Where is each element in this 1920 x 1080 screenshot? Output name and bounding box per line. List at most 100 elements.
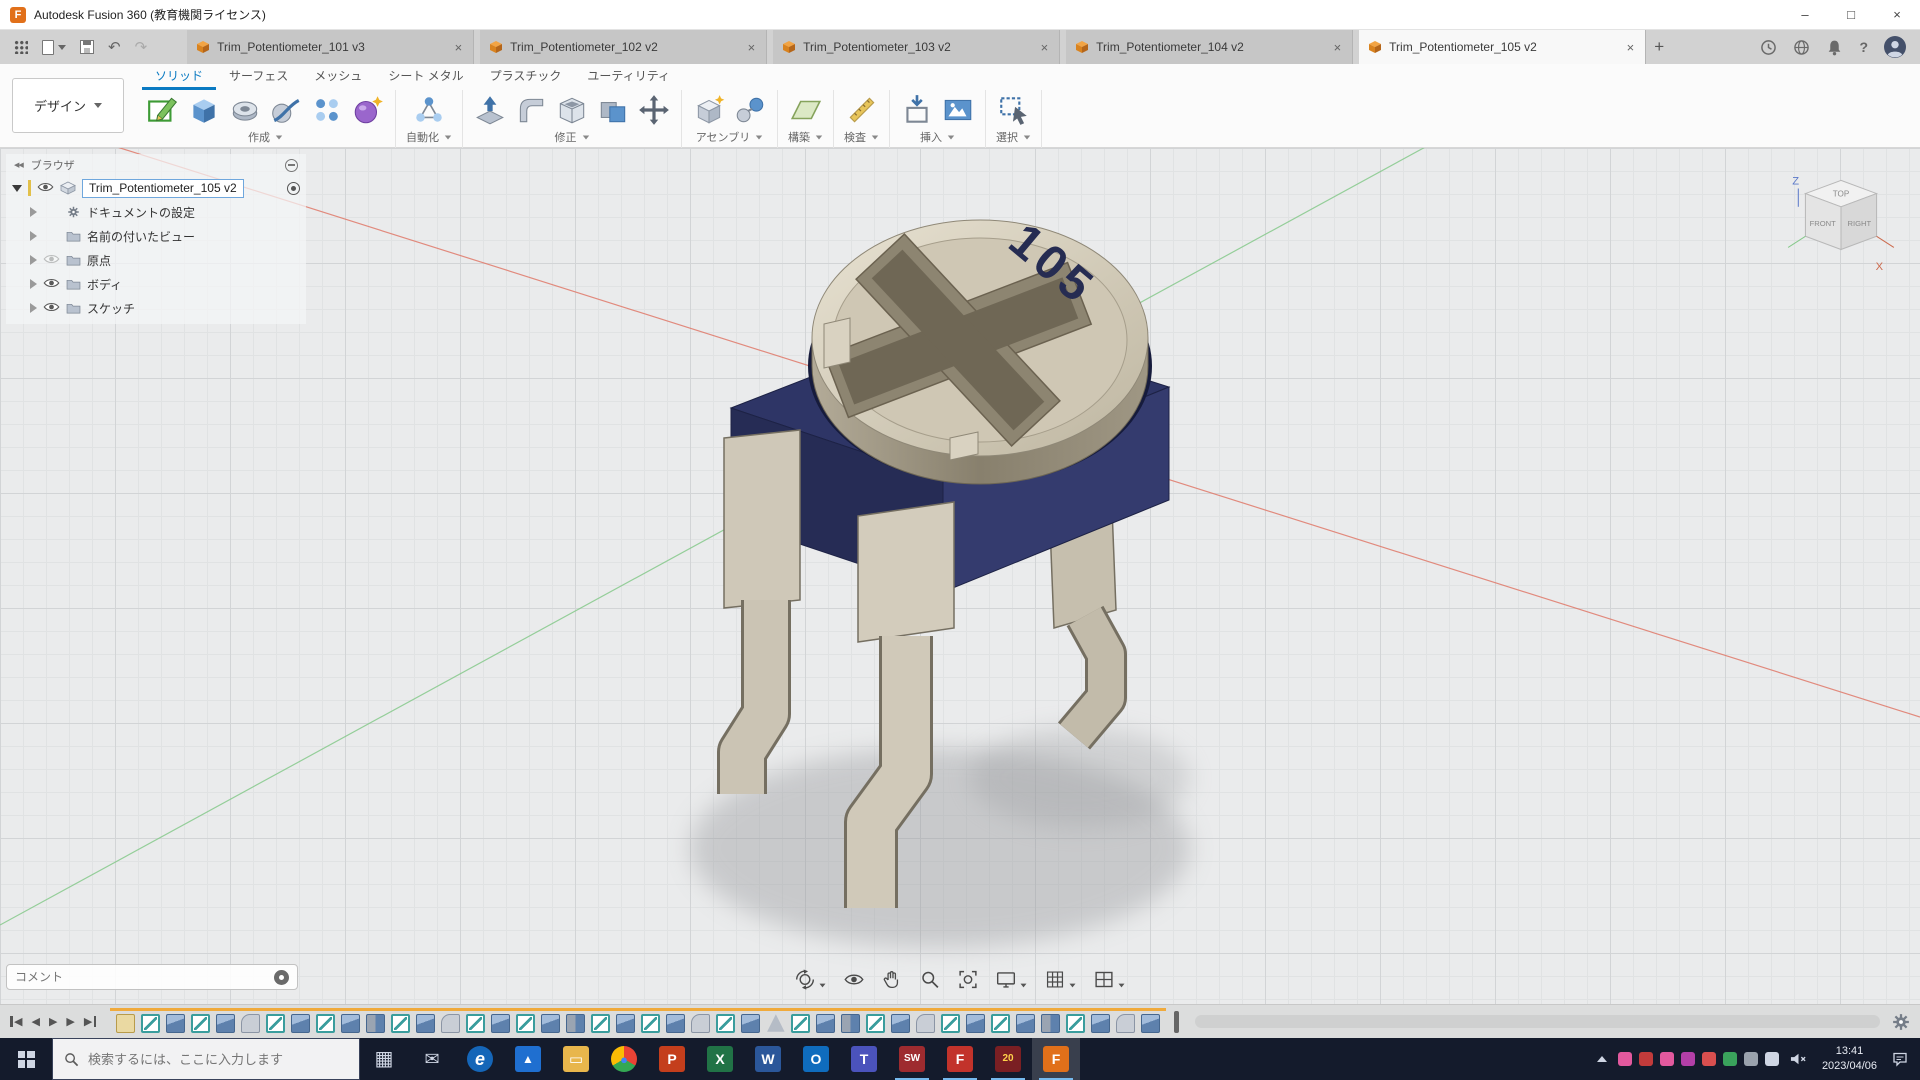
workspace-selector[interactable]: デザイン — [12, 78, 124, 133]
timeline-feature-icon[interactable] — [916, 1013, 936, 1033]
canvas-button[interactable] — [941, 93, 975, 127]
timeline-feature-icon[interactable] — [491, 1013, 511, 1033]
group-dropdown-select[interactable]: 選択 — [996, 127, 1031, 148]
timeline-feature-icon[interactable] — [866, 1013, 886, 1033]
timeline-feature-icon[interactable] — [341, 1013, 361, 1033]
fit-button[interactable] — [958, 969, 979, 990]
fillet-button[interactable] — [514, 93, 548, 127]
tray-expand-icon[interactable] — [1596, 1056, 1607, 1062]
pan-button[interactable] — [882, 969, 903, 990]
tray-app-icon[interactable] — [1659, 1052, 1674, 1066]
group-dropdown-assemble[interactable]: アセンブリ — [696, 127, 763, 148]
sweep-button[interactable] — [269, 93, 303, 127]
display-settings-button[interactable] — [996, 969, 1028, 990]
expand-arrow-icon[interactable] — [30, 279, 37, 289]
timeline-feature-icon[interactable] — [1066, 1013, 1086, 1033]
model-pin-left[interactable] — [717, 429, 801, 794]
group-dropdown-modify[interactable]: 修正 — [555, 127, 590, 148]
close-tab-icon[interactable]: × — [453, 40, 465, 55]
viewcube-top-face[interactable]: TOP — [1833, 190, 1850, 199]
app-grid-icon[interactable] — [14, 40, 28, 54]
viewports-button[interactable] — [1094, 969, 1126, 990]
comment-box[interactable] — [6, 964, 298, 990]
timeline-feature-icon[interactable] — [841, 1013, 861, 1033]
timeline-feature-icon[interactable] — [591, 1013, 611, 1033]
browser-root-row[interactable]: Trim_Potentiometer_105 v2 — [6, 176, 306, 200]
expand-arrow-icon[interactable] — [12, 184, 22, 192]
save-button[interactable] — [80, 40, 94, 54]
document-tab[interactable]: Trim_Potentiometer_105 v2 × — [1359, 30, 1647, 64]
close-window-button[interactable]: × — [1874, 0, 1920, 29]
expand-arrow-icon[interactable] — [30, 255, 37, 265]
pattern-button[interactable] — [310, 93, 344, 127]
group-dropdown-inspect[interactable]: 検査 — [844, 127, 879, 148]
tray-app-icon[interactable] — [1680, 1052, 1695, 1066]
taskbar-task-view[interactable]: ▦ — [360, 1038, 408, 1080]
group-dropdown-construct[interactable]: 構築 — [788, 127, 823, 148]
collapse-panel-icon[interactable]: ◀◀ — [14, 161, 24, 169]
comment-input[interactable] — [15, 970, 274, 984]
timeline-feature-icon[interactable] — [141, 1013, 161, 1033]
tray-app-icon[interactable] — [1617, 1052, 1632, 1066]
timeline-feature-icon[interactable] — [416, 1013, 436, 1033]
document-tab[interactable]: Trim_Potentiometer_104 v2 × — [1066, 30, 1354, 64]
close-tab-icon[interactable]: × — [746, 40, 758, 55]
timeline-feature-icon[interactable] — [716, 1013, 736, 1033]
press-pull-button[interactable] — [473, 93, 507, 127]
timeline-feature-icon[interactable] — [466, 1013, 486, 1033]
help-icon[interactable]: ? — [1859, 39, 1868, 55]
timeline-feature-icon[interactable] — [241, 1013, 261, 1033]
timeline-feature-icon[interactable] — [1091, 1013, 1111, 1033]
user-avatar[interactable] — [1884, 36, 1906, 58]
tray-app-icon[interactable] — [1722, 1052, 1737, 1066]
taskbar-edge[interactable]: e — [456, 1038, 504, 1080]
ribbon-tab[interactable]: サーフェス — [216, 63, 301, 90]
timeline-feature-icon[interactable] — [291, 1013, 311, 1033]
taskbar-app-f[interactable]: F — [936, 1038, 984, 1080]
timeline-feature-icon[interactable] — [366, 1013, 386, 1033]
taskbar-file-explorer[interactable]: ▭ — [552, 1038, 600, 1080]
timeline-feature-icon[interactable] — [516, 1013, 536, 1033]
browser-item[interactable]: 名前の付いたビュー — [6, 224, 306, 248]
job-status-icon[interactable] — [1760, 39, 1777, 56]
browser-item[interactable]: ドキュメントの設定 — [6, 200, 306, 224]
visibility-eye-icon[interactable] — [37, 181, 54, 196]
3d-viewport[interactable]: 105 ◀◀ ブラウザ Trim_Potentiometer_105 v2 ドキ… — [0, 148, 1920, 1004]
timeline-feature-icon[interactable] — [566, 1013, 586, 1033]
model-screw-head[interactable]: 105 — [808, 214, 1152, 485]
timeline-feature-icon[interactable] — [767, 1014, 785, 1032]
visibility-eye-icon[interactable] — [43, 301, 60, 316]
timeline-feature-track[interactable] — [110, 1007, 1167, 1036]
timeline-feature-icon[interactable] — [1116, 1013, 1136, 1033]
redo-button[interactable]: ↷ — [135, 40, 148, 55]
orbit-button[interactable] — [795, 969, 827, 990]
taskbar-word[interactable]: W — [744, 1038, 792, 1080]
close-tab-icon[interactable]: × — [1332, 40, 1344, 55]
start-button[interactable] — [0, 1038, 52, 1080]
automate-button[interactable] — [412, 93, 446, 127]
timeline-feature-icon[interactable] — [816, 1013, 836, 1033]
timeline-feature-icon[interactable] — [616, 1013, 636, 1033]
expand-arrow-icon[interactable] — [30, 231, 37, 241]
expand-arrow-icon[interactable] — [30, 303, 37, 313]
timeline-feature-icon[interactable] — [691, 1013, 711, 1033]
shell-button[interactable] — [555, 93, 589, 127]
go-to-end-button[interactable]: ▶ — [84, 1015, 96, 1028]
expand-arrow-icon[interactable] — [30, 207, 37, 217]
create-form-button[interactable] — [351, 93, 385, 127]
timeline-feature-icon[interactable] — [966, 1013, 986, 1033]
select-button[interactable] — [997, 93, 1031, 127]
timeline-feature-icon[interactable] — [116, 1013, 136, 1033]
close-tab-icon[interactable]: × — [1625, 40, 1637, 55]
tray-app-icon[interactable] — [1638, 1052, 1653, 1066]
timeline-feature-icon[interactable] — [541, 1013, 561, 1033]
close-tab-icon[interactable]: × — [1039, 40, 1051, 55]
timeline-feature-icon[interactable] — [1016, 1013, 1036, 1033]
timeline-feature-icon[interactable] — [391, 1013, 411, 1033]
panel-options-icon[interactable] — [285, 158, 298, 172]
root-component-label[interactable]: Trim_Potentiometer_105 v2 — [82, 178, 244, 198]
timeline-feature-icon[interactable] — [666, 1013, 686, 1033]
file-menu-button[interactable] — [42, 39, 66, 55]
taskbar-chrome[interactable]: ● — [600, 1038, 648, 1080]
timeline-feature-icon[interactable] — [216, 1013, 236, 1033]
